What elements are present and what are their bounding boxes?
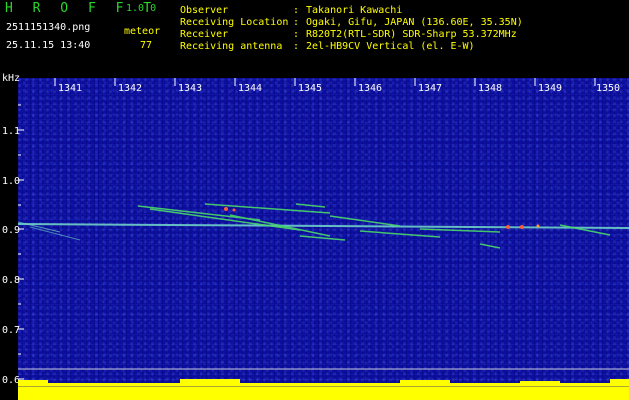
x-tick-label: 1350 <box>596 83 620 94</box>
y-tick-label: 0.7 <box>2 325 20 336</box>
noise-level-bar <box>18 379 629 400</box>
x-tick-label: 1348 <box>478 83 502 94</box>
y-tick-label: 1.0 <box>2 176 20 187</box>
hrofft-window: H R O F F T 1.0.0 2511151340.png meteor … <box>0 0 629 400</box>
y-tick-label: 0.6 <box>2 375 20 386</box>
x-tick-label: 1349 <box>538 83 562 94</box>
x-tick-label: 1346 <box>358 83 382 94</box>
x-tick-label: 1347 <box>418 83 442 94</box>
carrier-trace <box>17 221 629 241</box>
x-tick-label: 1345 <box>298 83 322 94</box>
y-tick-label: 0.8 <box>2 275 20 286</box>
y-tick-label: 0.9 <box>2 225 20 236</box>
y-tick-marks <box>18 104 24 380</box>
x-tick-label: 1341 <box>58 83 82 94</box>
y-axis-unit: kHz <box>2 73 20 84</box>
x-tick-label: 1342 <box>118 83 142 94</box>
spectrogram-overlay: kHz 1.1 1.0 0.9 0.8 0.7 0.6 1341 1342 13… <box>2 73 629 400</box>
x-tick-label: 1343 <box>178 83 202 94</box>
meteor-highlights <box>224 207 236 212</box>
y-tick-label: 1.1 <box>2 126 20 137</box>
x-tick-label: 1344 <box>238 83 262 94</box>
